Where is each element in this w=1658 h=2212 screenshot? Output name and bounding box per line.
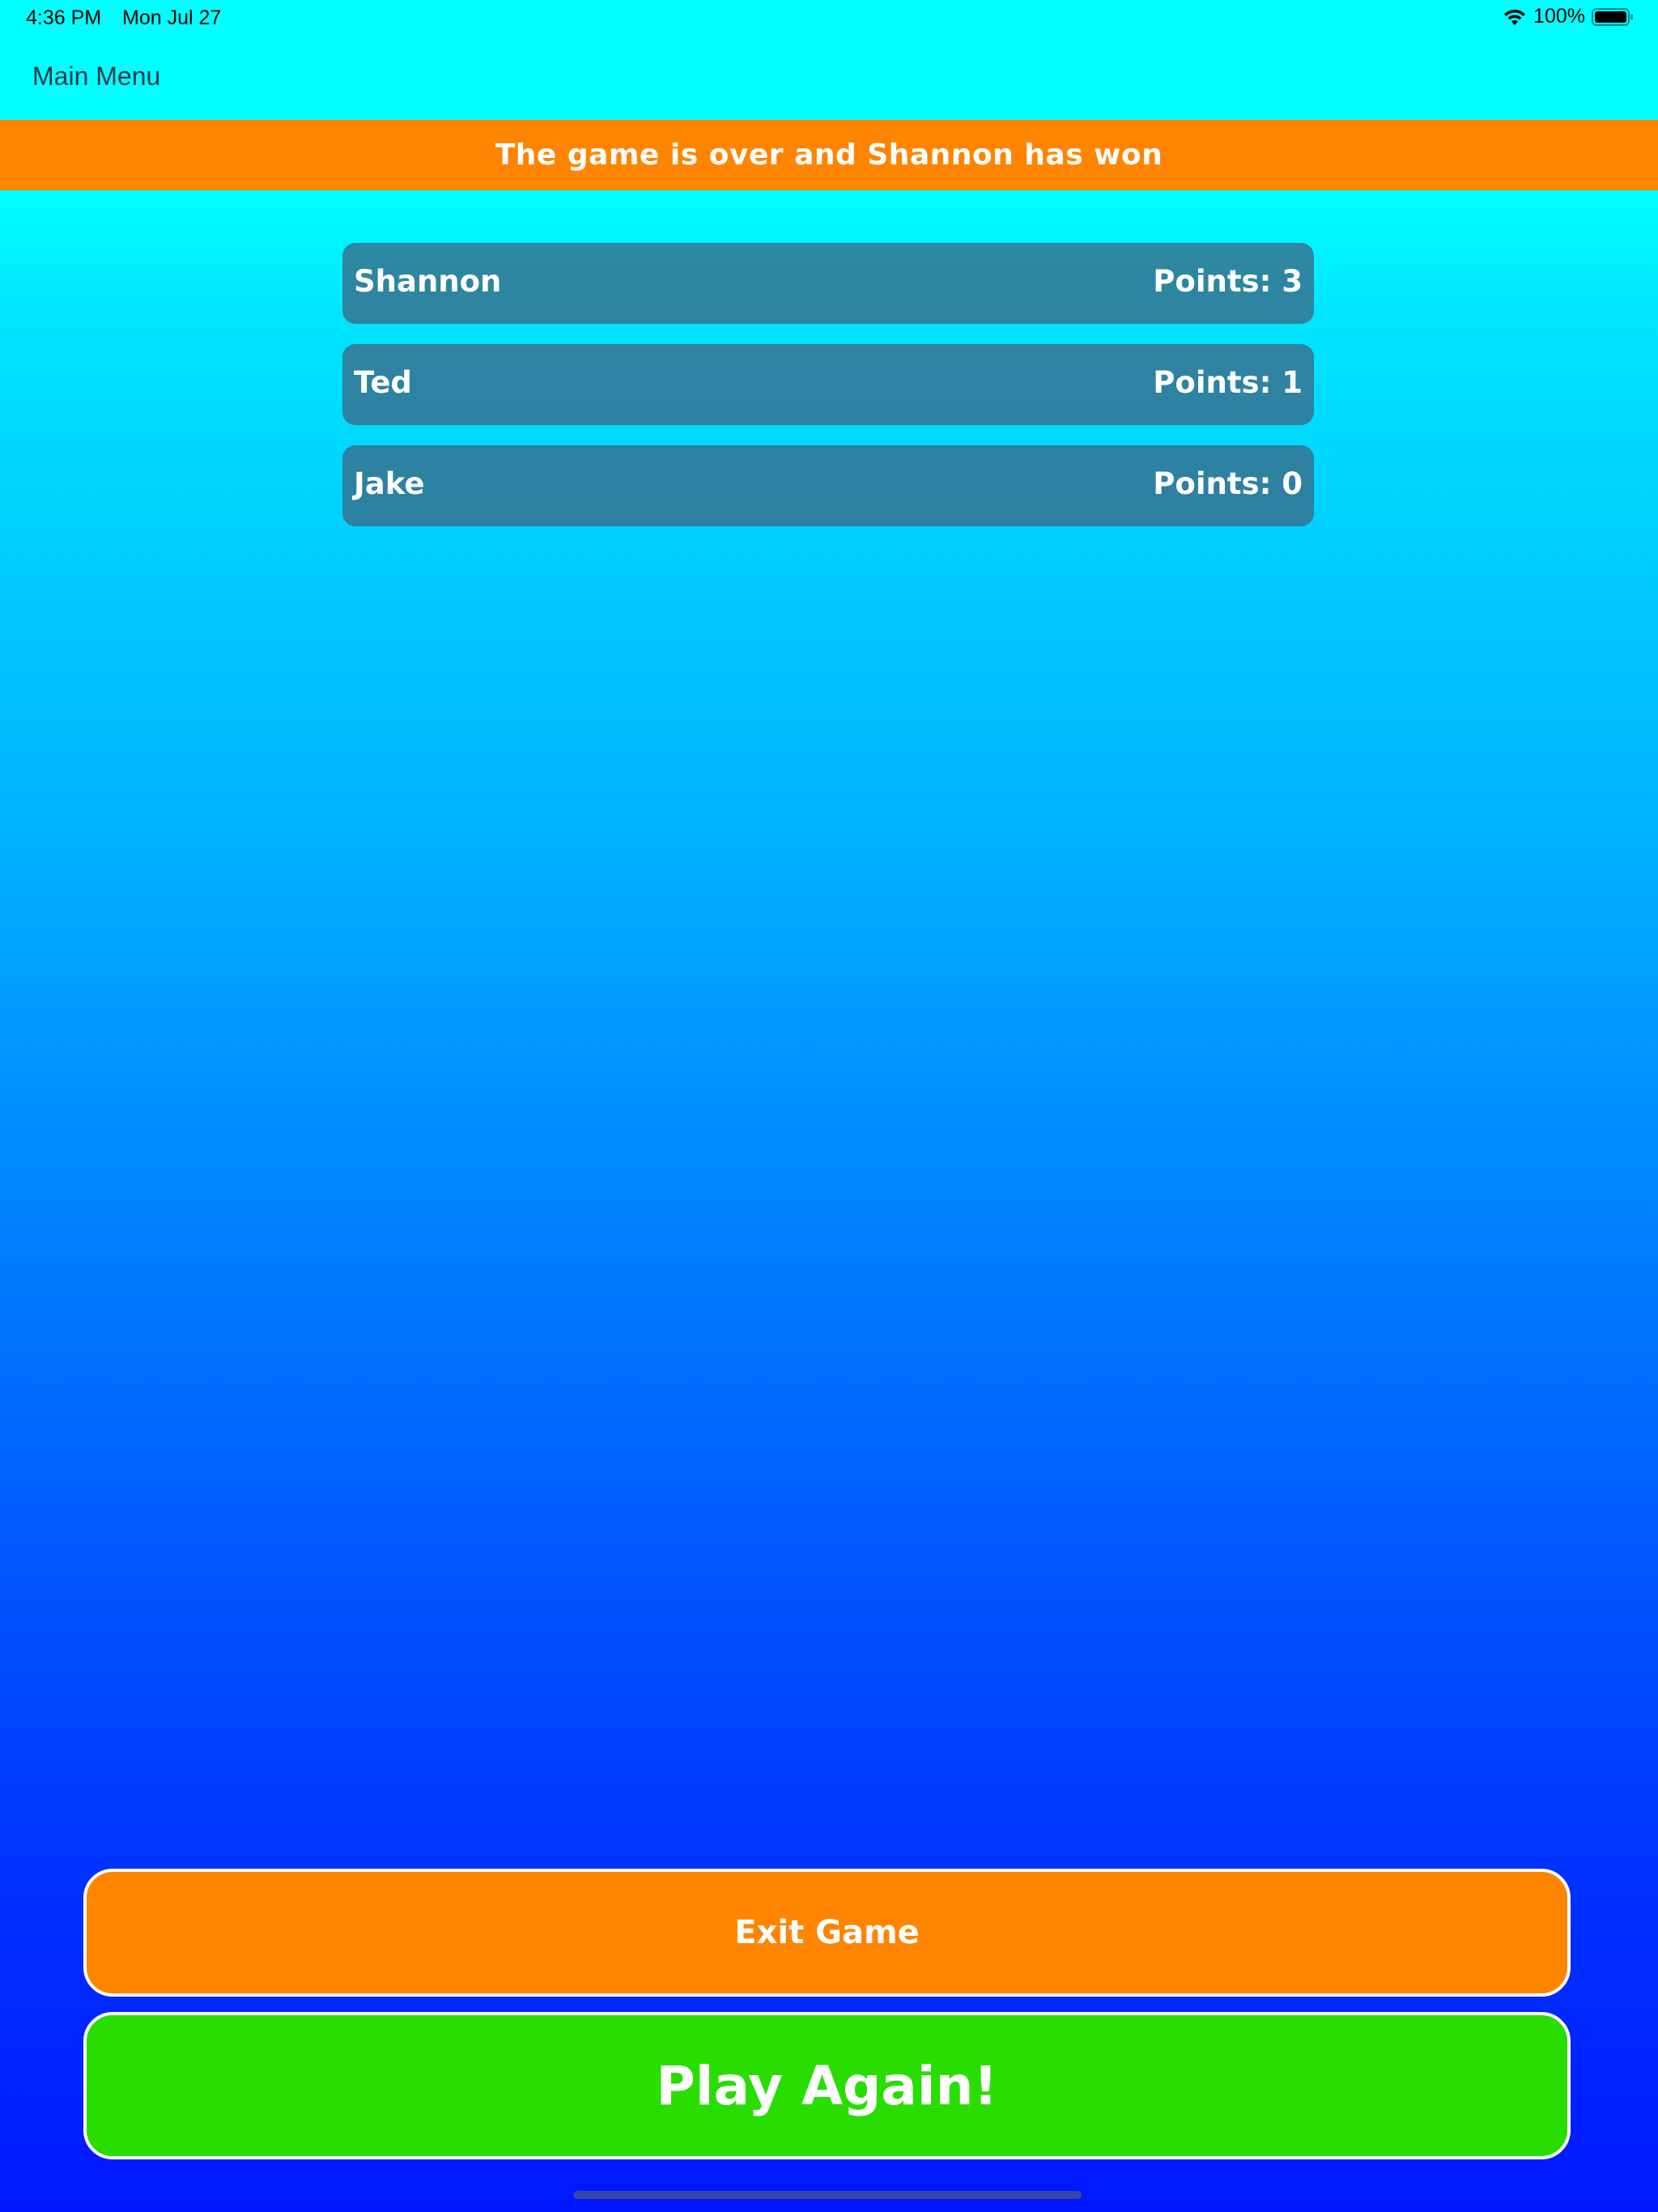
player-points: Points: 3 (1153, 264, 1303, 299)
wifi-icon (1503, 7, 1527, 27)
game-over-banner: The game is over and Shannon has won (0, 120, 1658, 190)
player-name: Shannon (354, 264, 502, 299)
home-indicator[interactable] (573, 2191, 1082, 2199)
battery-percent: 100% (1533, 5, 1585, 28)
player-name: Ted (354, 365, 412, 400)
status-bar: 4:36 PM Mon Jul 27 100% (0, 0, 1658, 40)
banner-message: The game is over and Shannon has won (495, 138, 1163, 172)
status-indicators: 100% (1503, 5, 1634, 28)
play-again-label: Play Again! (656, 2054, 998, 2117)
battery-icon (1592, 7, 1634, 27)
score-row: Jake Points: 0 (342, 445, 1314, 526)
player-points: Points: 1 (1153, 365, 1303, 400)
score-row: Ted Points: 1 (342, 344, 1314, 425)
exit-game-button[interactable]: Exit Game (83, 1869, 1571, 1997)
status-date: Mon Jul 27 (122, 6, 222, 29)
score-row: Shannon Points: 3 (342, 243, 1314, 324)
player-points: Points: 0 (1153, 466, 1303, 501)
navigation-bar: Main Menu (0, 40, 1658, 120)
status-time: 4:36 PM (26, 6, 102, 29)
main-menu-button[interactable]: Main Menu (32, 62, 160, 91)
exit-game-label: Exit Game (734, 1914, 920, 1951)
score-list: Shannon Points: 3 Ted Points: 1 Jake Poi… (342, 243, 1314, 547)
player-name: Jake (354, 466, 425, 501)
play-again-button[interactable]: Play Again! (83, 2012, 1571, 2159)
